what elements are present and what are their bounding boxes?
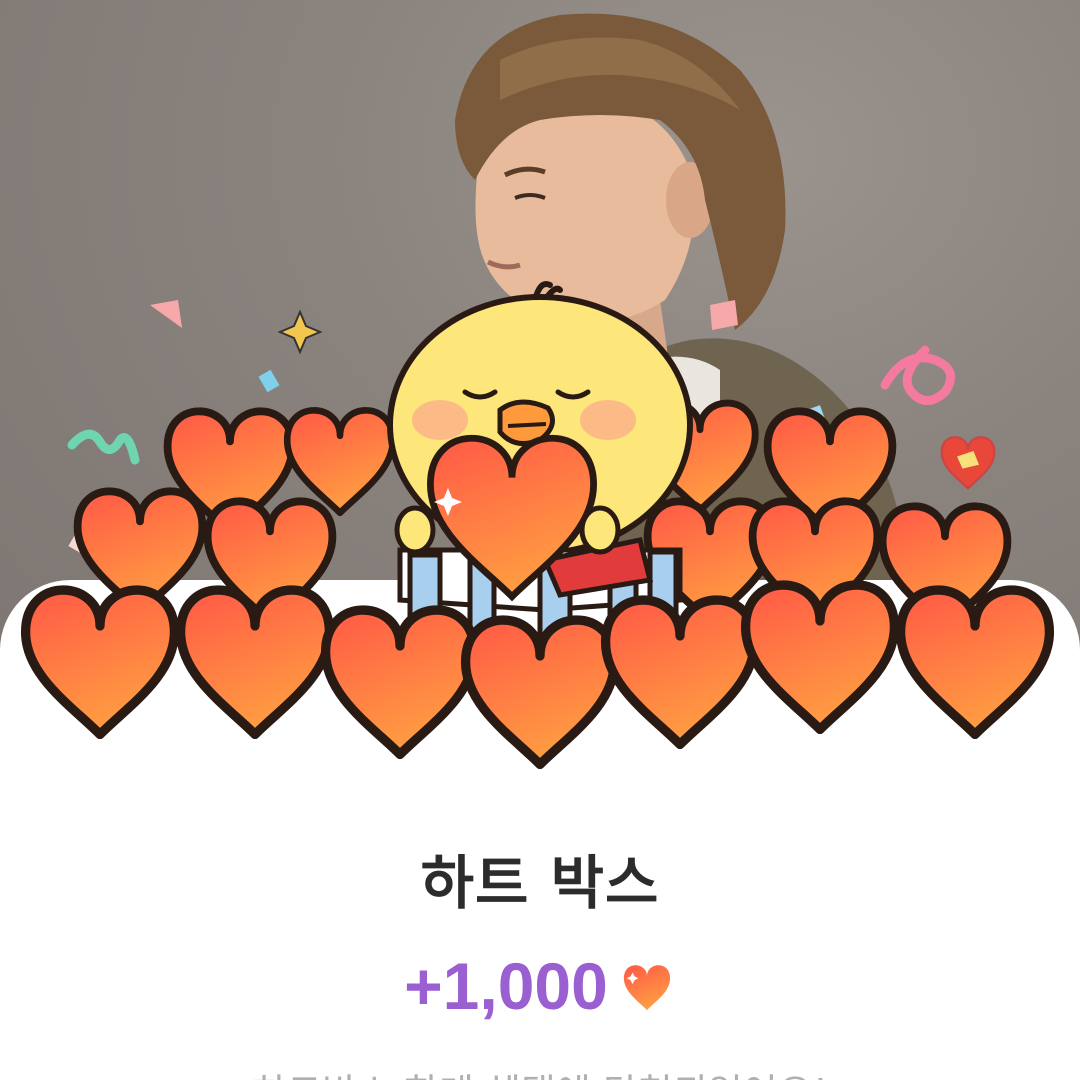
heart-icon <box>623 965 670 1011</box>
reward-row: +1,000 <box>0 948 1080 1024</box>
reward-amount: +1,000 <box>404 949 608 1023</box>
popup-description: 하트박스 한데 혜택에 당첨되었어요! <box>0 1062 1080 1080</box>
heart-box-popup: 하트 박스 +1,000 하트박스 한데 혜택에 당첨되었어요! <box>0 0 1080 1080</box>
heart-box-illustration <box>0 281 1080 800</box>
popup-title: 하트 박스 <box>420 849 660 917</box>
